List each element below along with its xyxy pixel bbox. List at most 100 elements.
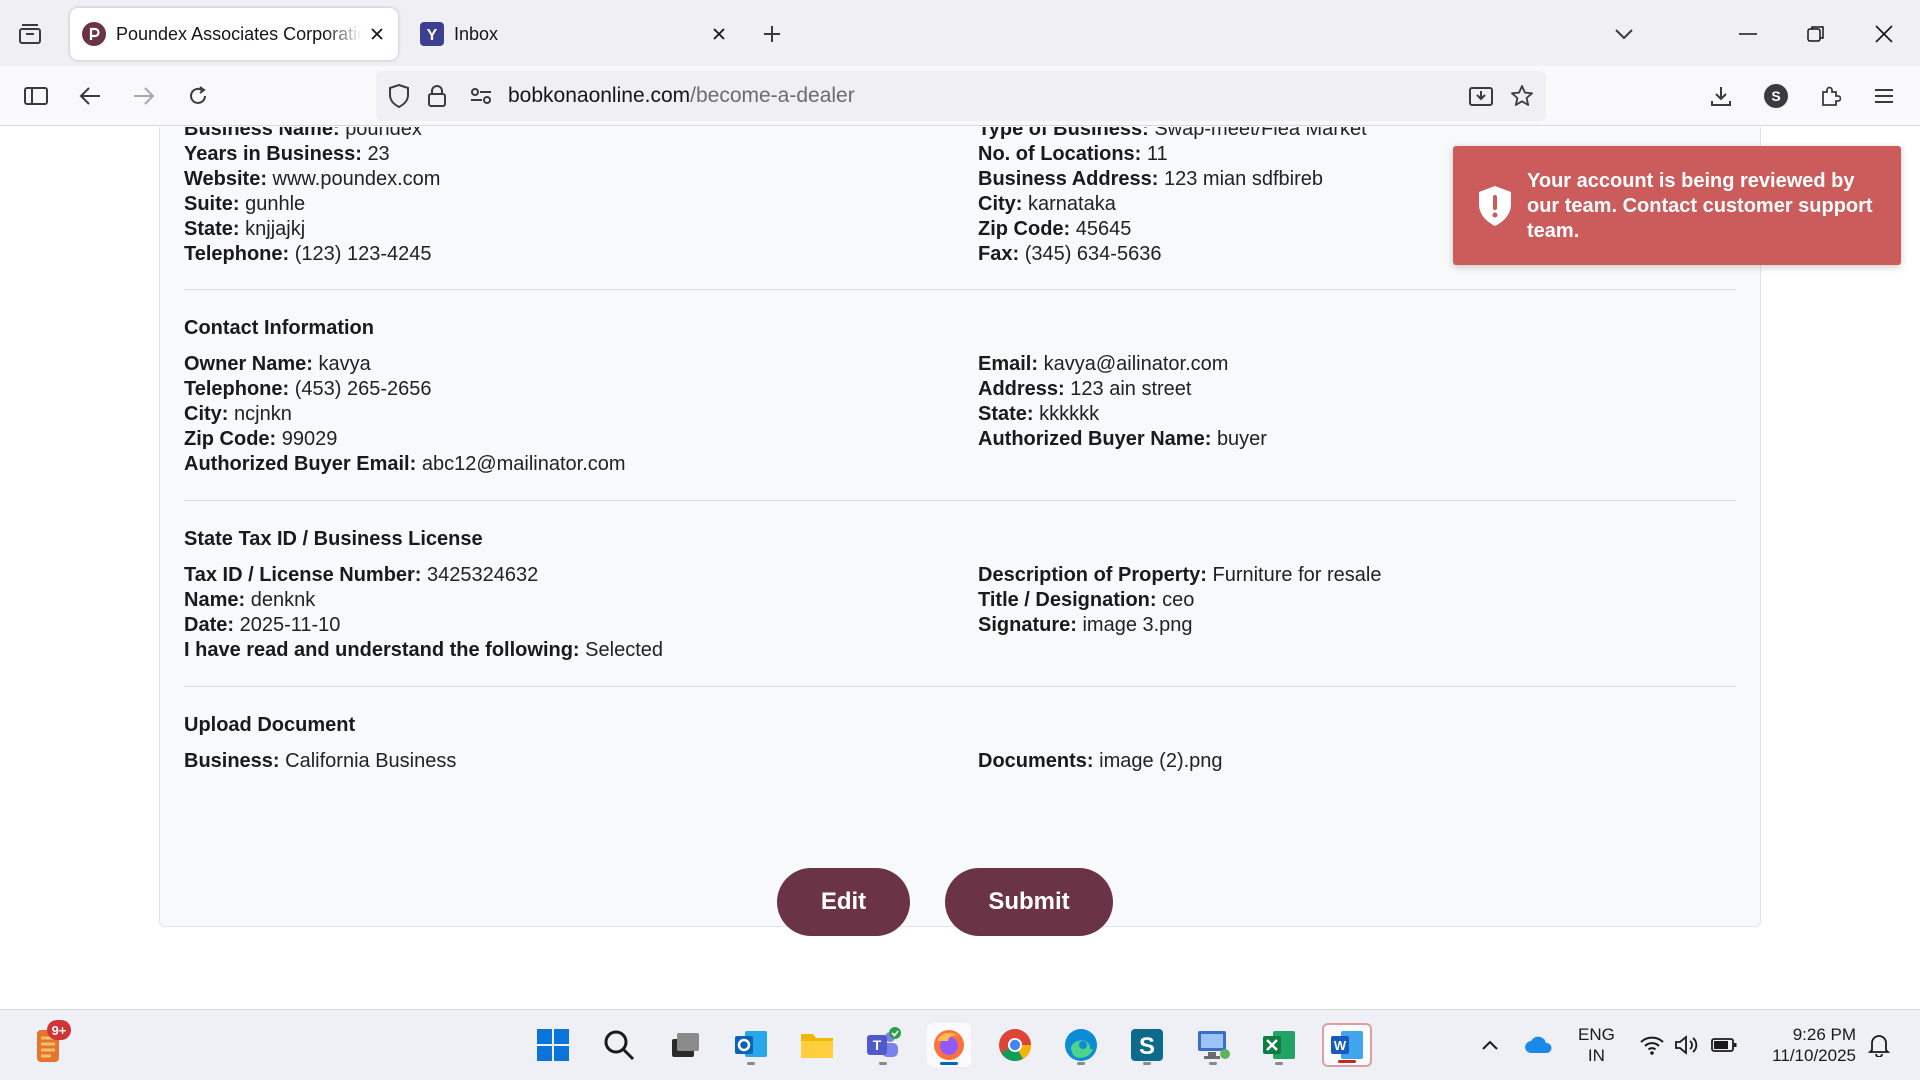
url-path: /become-a-dealer (690, 84, 855, 107)
field-title-designation: Title / Designation: ceo (978, 589, 1195, 611)
system-clock[interactable]: 9:26 PM 11/10/2025 (1756, 1024, 1856, 1066)
excel-app-icon[interactable] (1257, 1023, 1301, 1067)
volume-icon[interactable] (1672, 1030, 1702, 1060)
back-arrow-icon[interactable] (72, 78, 108, 114)
list-all-tabs-chevron-icon[interactable] (1606, 16, 1642, 52)
downloads-icon[interactable] (1703, 78, 1739, 114)
svg-text:T: T (873, 1037, 882, 1053)
field-acknowledgement: I have read and understand the following… (184, 639, 664, 661)
running-indicator (1209, 1062, 1217, 1065)
restore-window-icon[interactable] (1798, 16, 1834, 52)
minimize-window-icon[interactable] (1730, 16, 1766, 52)
show-hidden-icons-chevron-icon[interactable] (1475, 1030, 1505, 1060)
tab-poundex[interactable]: Poundex Associates Corporation (70, 8, 398, 60)
field-website: Website: www.poundex.com (184, 168, 441, 190)
running-indicator (1275, 1062, 1283, 1065)
field-tax-license-number: Tax ID / License Number: 3425324632 (184, 564, 539, 586)
edge-app-icon[interactable] (1059, 1023, 1103, 1067)
active-indicator (940, 1062, 958, 1065)
task-view-icon[interactable] (663, 1023, 707, 1067)
windows-start-icon[interactable] (531, 1023, 575, 1067)
tab-title: Poundex Associates Corporation (116, 23, 362, 44)
field-signature: Signature: image 3.png (978, 614, 1193, 636)
running-indicator (747, 1062, 755, 1065)
word-app-icon[interactable]: W (1322, 1023, 1372, 1067)
tracking-shield-icon[interactable] (386, 83, 412, 109)
sidebar-toggle-icon[interactable] (18, 78, 54, 114)
hamburger-menu-icon[interactable] (1866, 78, 1902, 114)
section-title-contact: Contact Information (184, 317, 374, 339)
section-divider (184, 500, 1736, 501)
field-state: State: kkkkkk (978, 403, 1100, 425)
shield-alert-icon (1475, 184, 1515, 228)
forward-arrow-icon[interactable] (126, 78, 162, 114)
field-description-of-property: Description of Property: Furniture for r… (978, 564, 1382, 586)
language-line-1: ENG (1578, 1025, 1615, 1044)
edit-button[interactable]: Edit (777, 868, 910, 936)
file-explorer-icon[interactable] (795, 1023, 839, 1067)
field-business-name: Business Name: poundex (184, 127, 422, 140)
reload-icon[interactable] (180, 78, 216, 114)
field-years-in-business: Years in Business: 23 (184, 143, 390, 165)
field-no-of-locations: No. of Locations: 11 (978, 143, 1168, 165)
close-tab-icon[interactable] (704, 19, 734, 49)
browser-tab-bar: Poundex Associates Corporation Y Inbox (0, 0, 1920, 66)
tab-inbox[interactable]: Y Inbox (408, 8, 740, 60)
field-authorized-buyer-name: Authorized Buyer Name: buyer (978, 428, 1267, 450)
chrome-app-icon[interactable] (993, 1023, 1037, 1067)
bookmark-star-icon[interactable] (1509, 83, 1535, 109)
snipping-tool-app-icon[interactable]: S (1125, 1023, 1169, 1067)
onedrive-cloud-icon[interactable] (1523, 1030, 1553, 1060)
field-telephone: Telephone: (453) 265-2656 (184, 378, 432, 400)
teams-app-icon[interactable]: T (861, 1023, 905, 1067)
field-email: Email: kavya@ailinator.com (978, 353, 1229, 375)
search-icon[interactable] (597, 1023, 641, 1067)
submit-button[interactable]: Submit (945, 868, 1113, 936)
field-type-of-business: Type of Business: Swap-meet/Flea Market (978, 127, 1367, 140)
tab-title: Inbox (454, 23, 499, 44)
tab-list-icon[interactable] (14, 18, 46, 50)
site-permissions-icon[interactable] (468, 83, 494, 109)
notifications-bell-icon[interactable] (1864, 1030, 1894, 1060)
windows-taskbar: T S W ENG IN 9:26 PM 11/10/2025 (0, 1009, 1920, 1080)
input-language-indicator[interactable]: ENG IN (1578, 1024, 1615, 1066)
address-bar[interactable]: bobkonaonline.com/become-a-dealer (376, 71, 1546, 121)
field-business-document: Business: California Business (184, 750, 457, 772)
clock-date: 11/10/2025 (1772, 1046, 1856, 1065)
field-owner-name: Owner Name: kavya (184, 353, 371, 375)
field-city: City: karnataka (978, 193, 1116, 215)
install-app-icon[interactable] (1468, 83, 1494, 109)
wifi-icon[interactable] (1637, 1030, 1667, 1060)
remote-desktop-app-icon[interactable] (1191, 1023, 1235, 1067)
battery-charging-icon[interactable] (1709, 1030, 1739, 1060)
field-documents: Documents: image (2).png (978, 750, 1223, 772)
account-review-toast: Your account is being reviewed by our te… (1453, 146, 1901, 265)
running-indicator (879, 1062, 887, 1065)
clock-time: 9:26 PM (1792, 1025, 1856, 1044)
field-address: Address: 123 ain street (978, 378, 1192, 400)
new-tab-plus-icon[interactable] (756, 18, 788, 50)
close-window-icon[interactable] (1866, 16, 1902, 52)
section-divider (184, 289, 1736, 290)
url-domain: bobkonaonline.com (508, 84, 691, 107)
field-state: State: knjjajkj (184, 218, 306, 240)
extensions-puzzle-icon[interactable] (1812, 78, 1848, 114)
url-text[interactable]: bobkonaonline.com/become-a-dealer (508, 84, 855, 108)
section-title-tax-id: State Tax ID / Business License (184, 528, 483, 550)
field-date: Date: 2025-11-10 (184, 614, 341, 636)
field-city: City: ncjnkn (184, 403, 292, 425)
toast-message: Your account is being reviewed by our te… (1527, 170, 1873, 242)
yahoo-mail-favicon-icon: Y (420, 22, 444, 46)
outlook-app-icon[interactable] (729, 1023, 773, 1067)
running-indicator (1077, 1062, 1085, 1065)
lock-icon[interactable] (424, 83, 450, 109)
svg-text:W: W (1334, 1038, 1347, 1053)
field-zip-code: Zip Code: 45645 (978, 218, 1132, 240)
account-avatar[interactable]: S (1764, 84, 1788, 108)
field-authorized-buyer-email: Authorized Buyer Email: abc12@mailinator… (184, 453, 626, 475)
svg-text:Y: Y (427, 27, 438, 44)
firefox-app-icon[interactable] (927, 1023, 971, 1067)
close-tab-icon[interactable] (362, 19, 392, 49)
field-name: Name: denknk (184, 589, 316, 611)
running-indicator (1143, 1062, 1151, 1065)
